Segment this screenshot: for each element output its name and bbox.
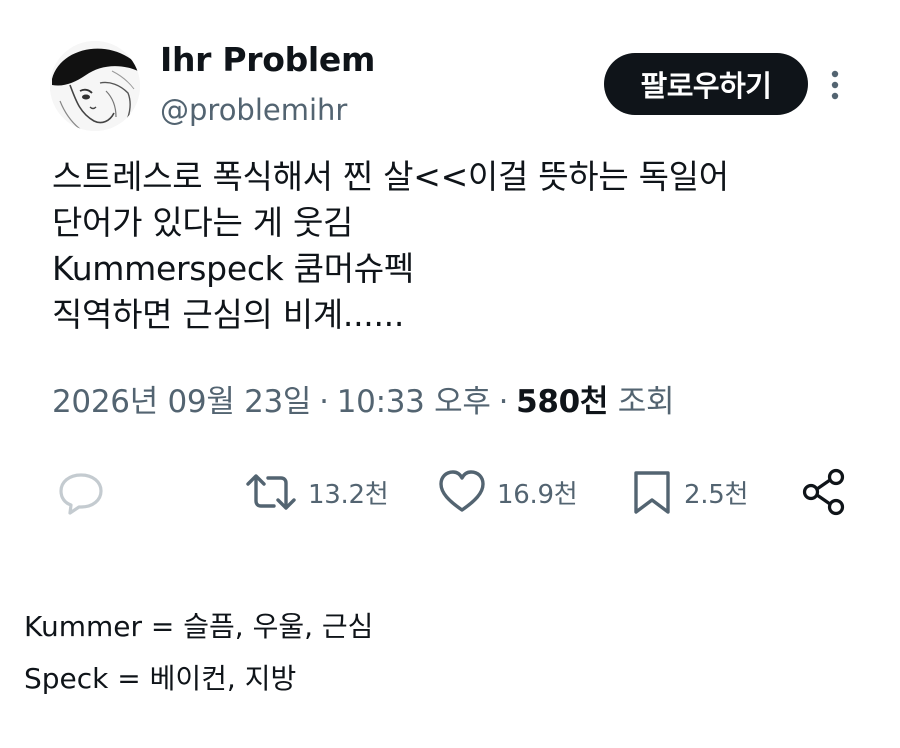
like-button[interactable]: 16.9천 <box>437 462 578 522</box>
follow-button[interactable]: 팔로우하기 <box>604 53 808 115</box>
more-vertical-icon[interactable] <box>825 68 845 102</box>
bookmark-count: 2.5천 <box>684 479 749 510</box>
views-count[interactable]: 580천 <box>516 384 608 420</box>
tweet-meta: 2026년 09월 23일 · 10:33 오후 · 580천 조회 <box>52 376 674 421</box>
share-icon <box>802 468 845 516</box>
retweet-button[interactable]: 13.2천 <box>244 462 389 522</box>
display-name[interactable]: Ihr Problem <box>160 40 375 79</box>
bookmark-icon <box>634 471 670 514</box>
avatar[interactable] <box>50 41 140 131</box>
anime-girl-avatar-icon <box>50 41 140 131</box>
retweet-count: 13.2천 <box>308 479 389 510</box>
tweet-time[interactable]: 10:33 오후 <box>337 384 491 420</box>
heart-icon <box>439 470 485 512</box>
reply-button[interactable] <box>56 462 106 522</box>
separator-dot: · <box>498 384 509 420</box>
tweet-line: 스트레스로 폭식해서 찐 살<<이걸 뜻하는 독일어 <box>52 157 729 196</box>
tweet-line: 단어가 있다는 게 웃김 <box>52 203 354 242</box>
share-button[interactable] <box>800 462 848 522</box>
tweet-text: 스트레스로 폭식해서 찐 살<<이걸 뜻하는 독일어 단어가 있다는 게 웃김 … <box>52 154 729 338</box>
retweet-icon <box>246 474 296 510</box>
footnote-kummer: Kummer = 슬픔, 우울, 근심 <box>24 610 374 643</box>
action-bar: 13.2천 16.9천 2.5천 <box>0 462 900 522</box>
bookmark-button[interactable]: 2.5천 <box>630 462 748 522</box>
tweet-line: Kummerspeck 쿰머슈펙 <box>52 249 414 288</box>
like-count: 16.9천 <box>497 479 578 510</box>
views-label: 조회 <box>617 384 675 420</box>
tweet-line: 직역하면 근심의 비계...... <box>52 295 405 334</box>
footnote-speck: Speck = 베이컨, 지방 <box>24 662 297 695</box>
separator-dot: · <box>319 384 329 420</box>
tweet-date[interactable]: 2026년 09월 23일 <box>52 384 311 420</box>
user-handle[interactable]: @problemihr <box>160 93 347 127</box>
reply-icon <box>59 473 103 515</box>
